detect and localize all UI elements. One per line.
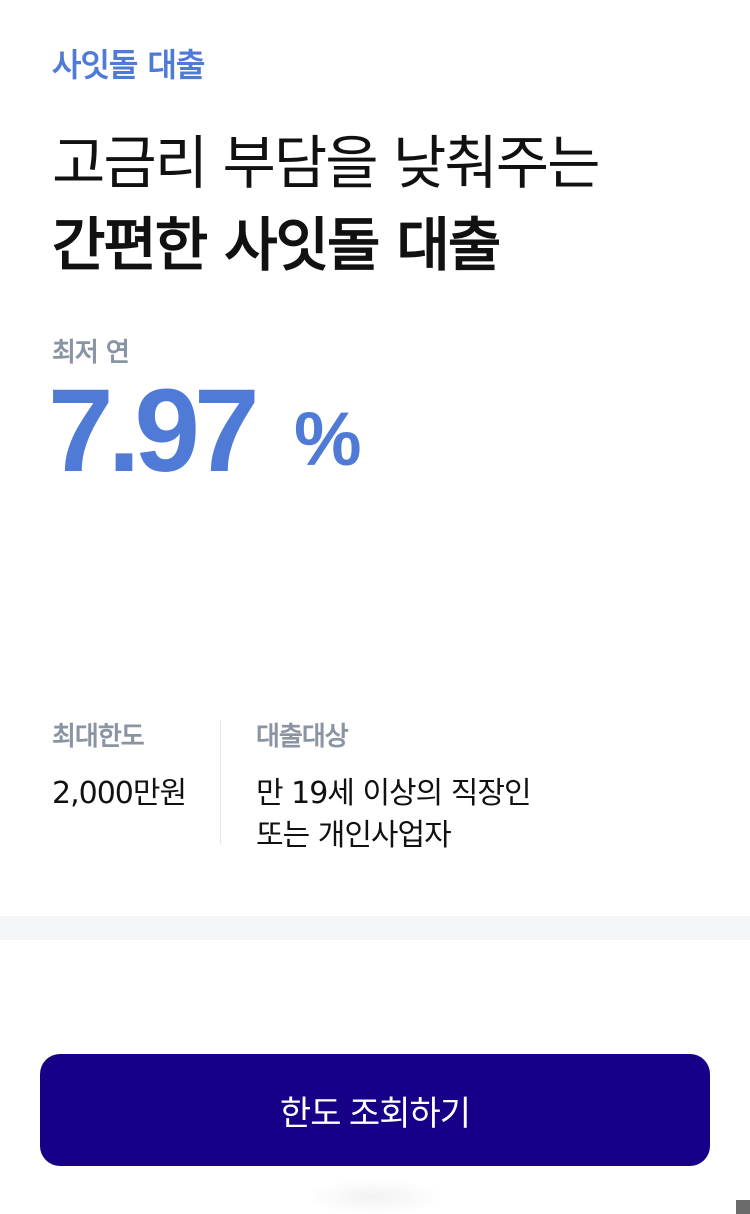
headline-line-1: 고금리 부담을 낮춰주는 [52,129,600,197]
headline-line-2: 간편한 사잇돌 대출 [52,211,501,279]
corner-marker [736,1200,750,1214]
product-eyebrow: 사잇돌 대출 [52,46,205,84]
rate-value: 7.97 [48,365,260,497]
loan-target-line-2: 또는 개인사업자 [256,818,452,853]
loan-target-line-1: 만 19세 이상의 직장인 [256,776,532,811]
max-limit-label: 최대한도 [52,722,145,752]
max-limit-value: 2,000만원 [52,776,187,811]
rate-label: 최저 연 [52,338,130,368]
loan-target-block: 대출대상 만 19세 이상의 직장인 또는 개인사업자 [256,716,532,857]
home-indicator [310,1180,440,1214]
scroll-fade-overlay [0,1000,750,1060]
section-divider [0,916,750,940]
info-divider [220,720,221,844]
max-limit-block: 최대한도 2,000만원 [52,716,187,815]
check-limit-button[interactable]: 한도 조회하기 [40,1054,710,1166]
rate-unit: % [294,397,362,482]
loan-target-label: 대출대상 [256,722,349,752]
loan-product-page: 사잇돌 대출 고금리 부담을 낮춰주는 간편한 사잇돌 대출 최저 연 7.97… [0,0,750,1214]
